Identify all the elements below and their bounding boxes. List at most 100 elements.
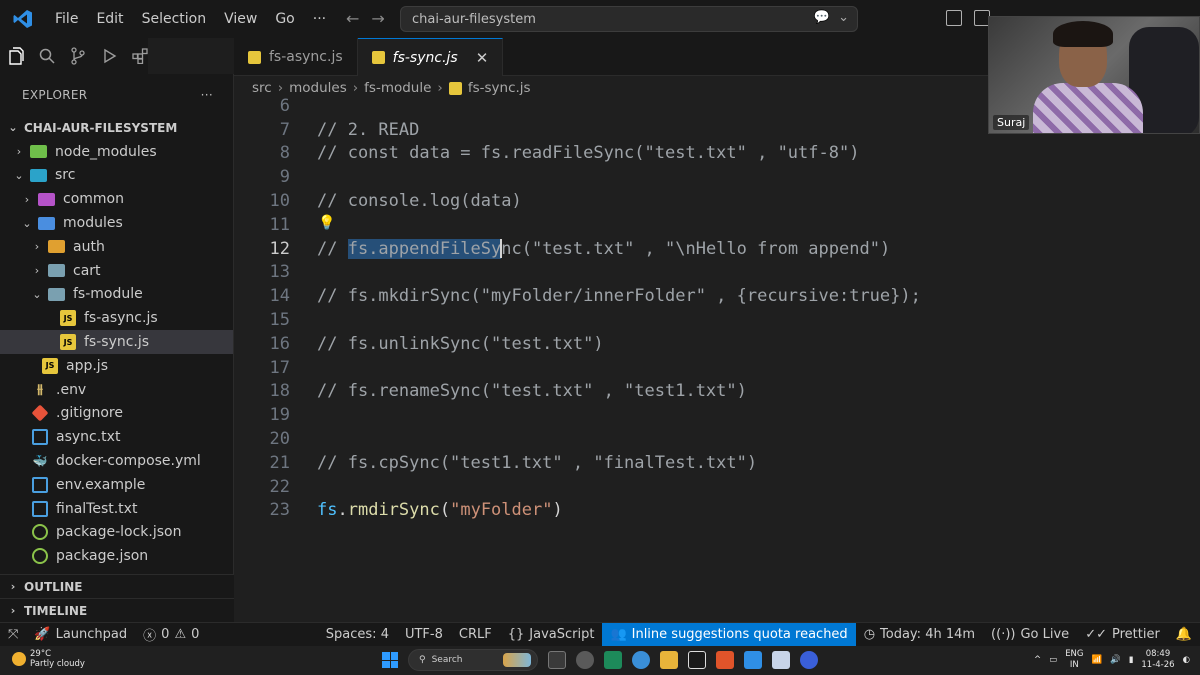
tree-file-fs-async[interactable]: JS fs-async.js xyxy=(0,306,233,330)
double-check-icon: ✓✓ xyxy=(1085,627,1107,642)
weather-desc: Partly cloudy xyxy=(30,659,85,669)
windows-start-icon[interactable] xyxy=(382,652,398,668)
language-item[interactable]: {} JavaScript xyxy=(500,627,603,642)
menu-more[interactable]: ··· xyxy=(304,11,335,27)
code-line[interactable]: 10 // console.log(data) xyxy=(234,189,1200,213)
indentation-item[interactable]: Spaces: 4 xyxy=(318,627,397,642)
system-clock[interactable]: 08:49 11-4-26 xyxy=(1141,649,1174,671)
launchpad-label: Launchpad xyxy=(55,627,128,642)
remote-icon[interactable]: ⤧ xyxy=(0,627,26,642)
code-line[interactable]: 21 // fs.cpSync("test1.txt" , "finalTest.… xyxy=(234,451,1200,475)
zoom-icon[interactable] xyxy=(800,651,818,669)
code-token: // 2. READ xyxy=(317,119,420,140)
tab-fs-sync[interactable]: fs-sync.js ✕ xyxy=(357,38,504,76)
camera-icon[interactable]: ▭ xyxy=(1049,655,1057,665)
menu-go[interactable]: Go xyxy=(266,11,303,27)
tree-file-async-txt[interactable]: async.txt xyxy=(0,425,233,449)
tree-file-docker-compose[interactable]: 🐳 docker-compose.yml xyxy=(0,449,233,473)
explorer-more-actions[interactable]: ··· xyxy=(201,88,213,102)
extensions-icon[interactable] xyxy=(131,46,148,66)
notepad-icon[interactable] xyxy=(772,651,790,669)
tree-folder-node-modules[interactable]: › node_modules xyxy=(0,140,233,164)
root-folder[interactable]: ⌄ CHAI-AUR-FILESYSTEM xyxy=(0,116,233,140)
tree-folder-fs-module[interactable]: ⌄ fs-module xyxy=(0,283,233,307)
chevron-up-icon[interactable]: ^ xyxy=(1034,655,1041,665)
tree-file-fs-sync[interactable]: JS fs-sync.js xyxy=(0,330,233,354)
code-line[interactable]: 15 xyxy=(234,308,1200,332)
tree-folder-modules[interactable]: ⌄ modules xyxy=(0,211,233,235)
speaker-icon[interactable]: 🔊 xyxy=(1110,655,1121,665)
command-center[interactable]: chai-aur-filesystem 💬 ⌄ xyxy=(400,6,858,32)
line-number: 16 xyxy=(269,333,290,354)
tree-folder-auth[interactable]: › auth xyxy=(0,235,233,259)
menu-selection[interactable]: Selection xyxy=(133,11,216,27)
prettier-item[interactable]: ✓✓ Prettier xyxy=(1077,627,1168,642)
source-control-icon[interactable] xyxy=(70,46,87,66)
file-explorer-icon[interactable] xyxy=(660,651,678,669)
outline-section[interactable]: › OUTLINE xyxy=(0,574,234,598)
tree-file-app[interactable]: JS app.js xyxy=(0,354,233,378)
tree-file-finaltest[interactable]: finalTest.txt xyxy=(0,497,233,521)
code-line[interactable]: 12 // fs.appendFileSync("test.txt" , "\nH… xyxy=(234,237,1200,261)
terminal-app-icon[interactable] xyxy=(604,651,622,669)
brave-browser-icon[interactable] xyxy=(716,651,734,669)
code-line[interactable]: 18 // fs.renameSync("test.txt" , "test1.t… xyxy=(234,380,1200,404)
timeline-section[interactable]: › TIMELINE xyxy=(0,598,234,622)
launchpad-item[interactable]: 🚀 Launchpad xyxy=(26,627,135,642)
menu-edit[interactable]: Edit xyxy=(87,11,132,27)
close-icon[interactable]: ✕ xyxy=(476,49,489,67)
code-line[interactable]: 14 // fs.mkdirSync("myFolder/innerFolder"… xyxy=(234,284,1200,308)
code-line[interactable]: 13 xyxy=(234,261,1200,285)
tab-fs-async[interactable]: fs-async.js xyxy=(234,38,358,76)
wifi-icon[interactable]: 📶 xyxy=(1092,655,1103,665)
tree-file-env[interactable]: ⫵ .env xyxy=(0,378,233,402)
encoding-item[interactable]: UTF-8 xyxy=(397,627,451,642)
tree-file-package-json[interactable]: package.json xyxy=(0,544,233,568)
edge-browser-icon[interactable] xyxy=(632,651,650,669)
search-icon[interactable] xyxy=(39,46,56,66)
battery-icon[interactable]: ▮ xyxy=(1129,655,1134,665)
eol-item[interactable]: CRLF xyxy=(451,627,500,642)
task-view-icon[interactable] xyxy=(548,651,566,669)
tree-folder-cart[interactable]: › cart xyxy=(0,259,233,283)
back-arrow-icon[interactable]: ← xyxy=(346,9,359,28)
git-file-icon xyxy=(31,404,49,422)
go-live-item[interactable]: ((·)) Go Live xyxy=(983,627,1077,642)
code-line[interactable]: 16 // fs.unlinkSync("test.txt") xyxy=(234,332,1200,356)
run-debug-icon[interactable] xyxy=(100,46,117,66)
menu-view[interactable]: View xyxy=(215,11,266,27)
chevron-down-icon[interactable]: ⌄ xyxy=(838,10,849,25)
notifications-icon[interactable]: ◐ xyxy=(1183,655,1190,665)
menu-file[interactable]: File xyxy=(46,11,87,27)
wakatime-item[interactable]: ◷ Today: 4h 14m xyxy=(856,627,983,642)
explorer-icon[interactable] xyxy=(8,46,25,66)
code-line[interactable]: 9 xyxy=(234,165,1200,189)
problems-item[interactable]: ⓧ 0 ⚠ 0 xyxy=(135,625,207,644)
code-line[interactable]: 19 xyxy=(234,403,1200,427)
customize-layout-icon[interactable] xyxy=(946,10,962,26)
taskbar-search[interactable]: ⚲ Search xyxy=(408,649,538,671)
github-desktop-icon[interactable] xyxy=(576,651,594,669)
code-line[interactable]: 8 // const data = fs.readFileSync("test.t… xyxy=(234,142,1200,166)
code-line[interactable]: 22 xyxy=(234,475,1200,499)
notifications-bell-icon[interactable]: 🔔 xyxy=(1168,627,1200,642)
tree-file-gitignore[interactable]: .gitignore xyxy=(0,402,233,426)
forward-arrow-icon[interactable]: → xyxy=(371,9,384,28)
code-line[interactable]: 11 💡 xyxy=(234,213,1200,237)
code-line[interactable]: 23 fs.rmdirSync("myFolder") xyxy=(234,499,1200,523)
code-line[interactable]: 20 xyxy=(234,427,1200,451)
copilot-quota-item[interactable]: 👥 Inline suggestions quota reached xyxy=(602,622,856,647)
copilot-chat-icon[interactable]: 💬 xyxy=(814,10,830,25)
tree-folder-common[interactable]: › common xyxy=(0,187,233,211)
tree-folder-src[interactable]: ⌄ src xyxy=(0,164,233,188)
lightbulb-icon[interactable]: 💡 xyxy=(318,215,335,231)
notion-icon[interactable] xyxy=(688,651,706,669)
tree-file-package-lock[interactable]: package-lock.json xyxy=(0,521,233,545)
input-language[interactable]: ENG IN xyxy=(1065,649,1083,671)
weather-widget[interactable]: 29°C Partly cloudy xyxy=(12,649,85,669)
tree-file-env-example[interactable]: env.example xyxy=(0,473,233,497)
code-line[interactable]: 17 xyxy=(234,356,1200,380)
line-number: 12 xyxy=(269,238,290,259)
code-editor[interactable]: 6 7 // 2. READ 8 // const data = fs.readFile… xyxy=(234,96,1200,622)
vscode-taskbar-icon[interactable] xyxy=(744,651,762,669)
